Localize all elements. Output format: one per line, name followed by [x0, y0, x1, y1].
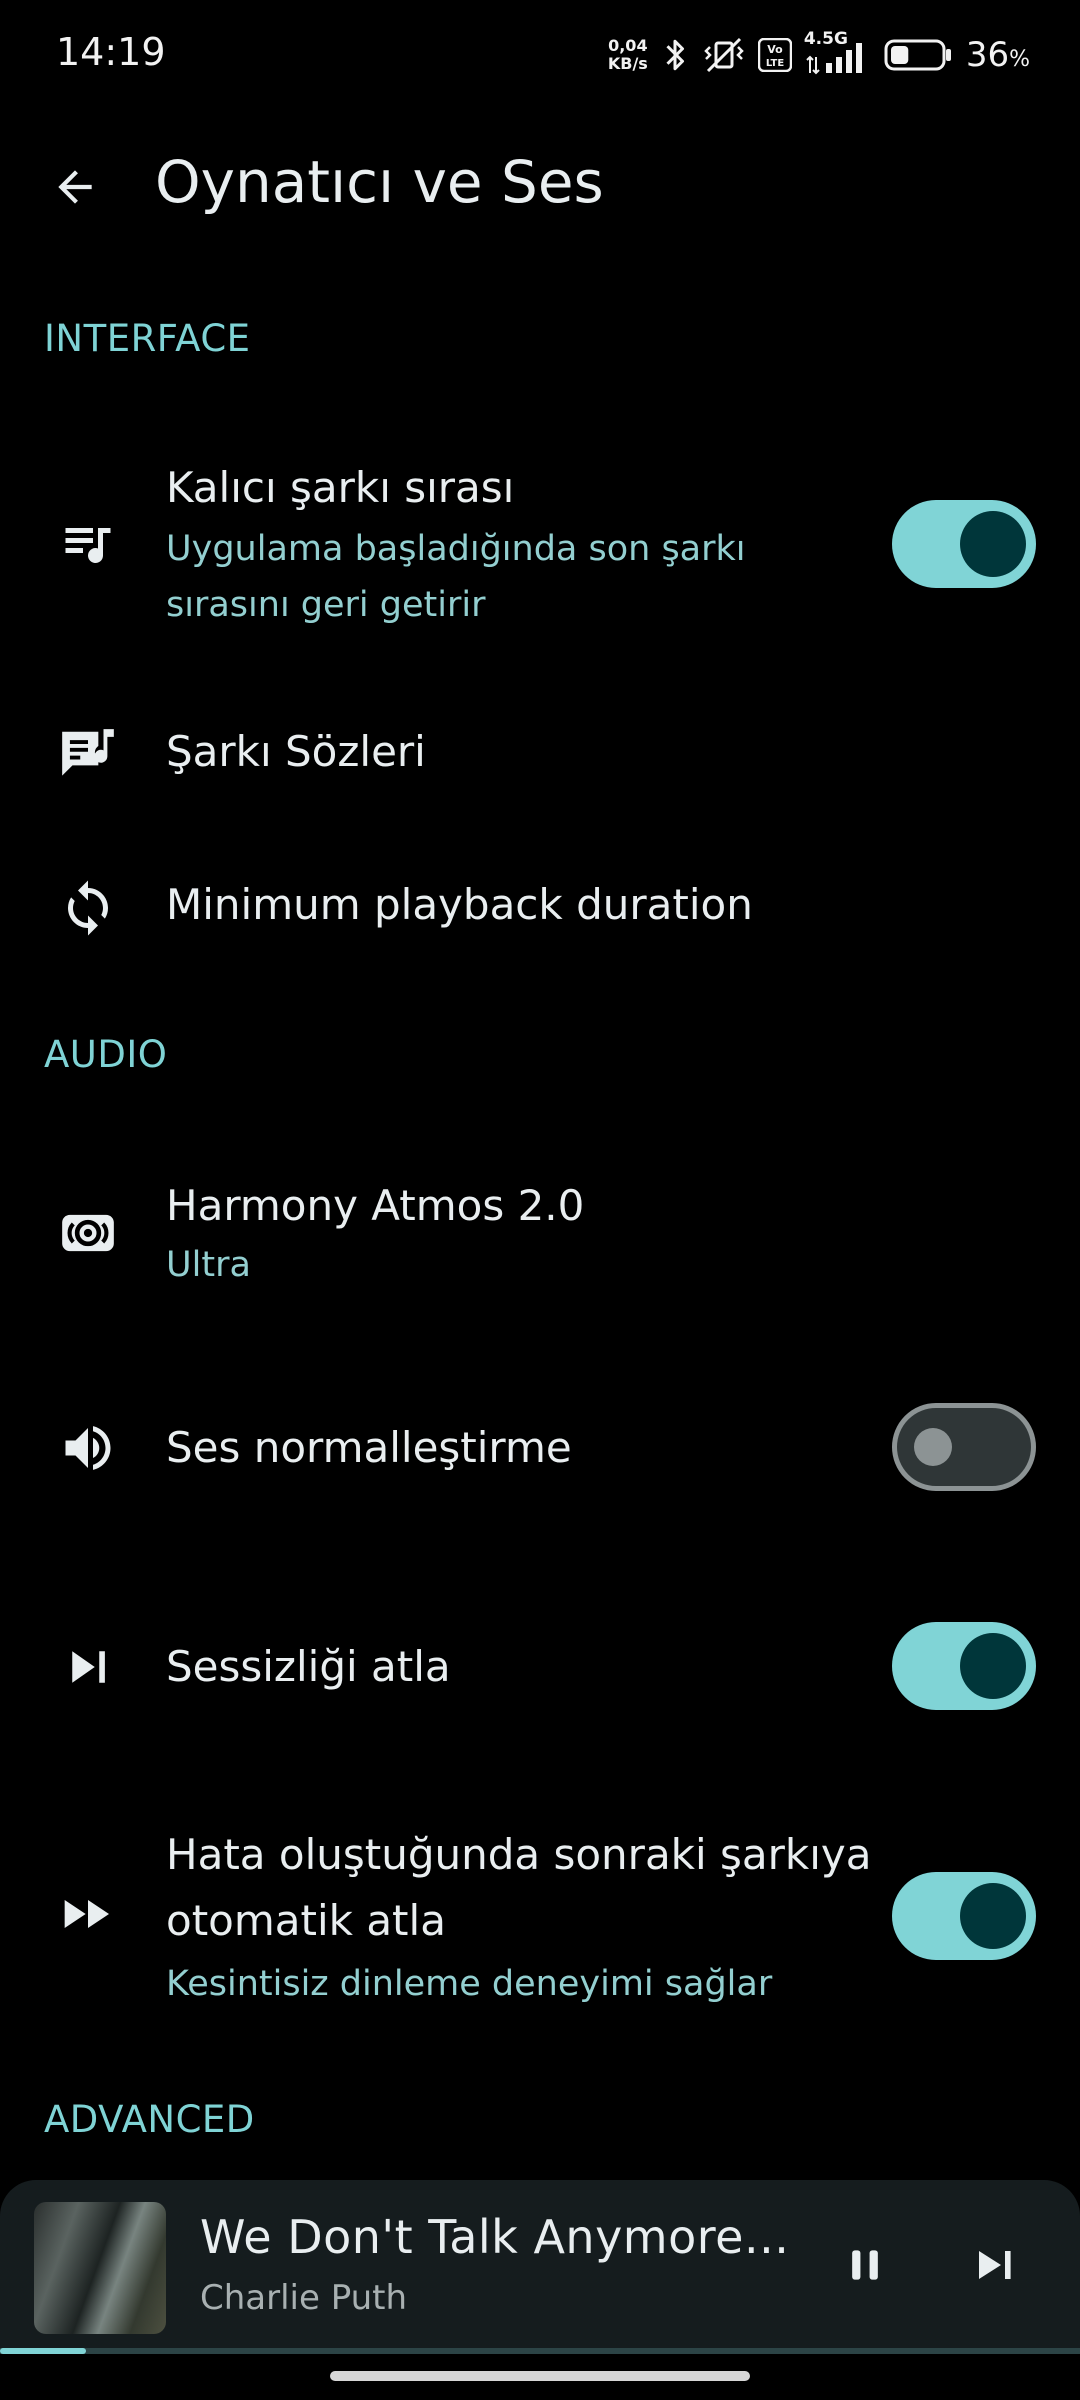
status-bar: 14:19 0,04 KB/s Vo LTE 4.5G 36% — [0, 0, 1080, 108]
setting-subtitle: Ultra — [166, 1245, 251, 1285]
volume-icon — [52, 1412, 124, 1484]
setting-title: Minimum playback duration — [166, 880, 753, 929]
queue-music-icon — [52, 507, 124, 579]
toggle-knob — [914, 1428, 952, 1466]
setting-title: Sessizliği atla — [166, 1642, 451, 1691]
setting-harmony-atmos[interactable]: Harmony Atmos 2.0 Ultra — [0, 1173, 1080, 1298]
arrow-left-icon — [58, 170, 92, 204]
setting-normalization[interactable]: Ses normalleştirme — [0, 1403, 1080, 1493]
persistent-queue-toggle[interactable] — [892, 500, 1036, 588]
pause-icon — [852, 2250, 878, 2280]
fast-forward-icon — [52, 1878, 124, 1950]
section-header-audio: AUDIO — [44, 1033, 168, 1076]
status-time: 14:19 — [56, 30, 166, 74]
status-icons: 0,04 KB/s Vo LTE 4.5G 36% — [608, 29, 1030, 80]
auto-skip-error-toggle[interactable] — [892, 1872, 1036, 1960]
setting-subtitle: sırasını geri getirir — [166, 585, 486, 625]
volte-icon: Vo LTE — [757, 38, 792, 72]
pause-button[interactable] — [830, 2230, 900, 2300]
setting-title: Ses normalleştirme — [166, 1423, 572, 1472]
network-speed-unit: KB/s — [607, 54, 648, 73]
back-button[interactable] — [40, 152, 110, 222]
battery-percent-value: 36 — [965, 35, 1010, 75]
sync-icon — [52, 872, 124, 944]
skip-next-icon — [52, 1631, 124, 1703]
setting-title: Kalıcı şarkı sırası — [166, 463, 515, 512]
toggle-knob — [960, 511, 1026, 577]
setting-subtitle: Uygulama başladığında son şarkı — [166, 529, 746, 569]
skip-next-icon — [979, 2251, 1011, 2279]
setting-auto-skip-error[interactable]: Hata oluştuğunda sonraki şarkıya otomati… — [0, 1822, 1080, 2012]
toggle-knob — [960, 1883, 1026, 1949]
setting-subtitle: Kesintisiz dinleme deneyimi sağlar — [166, 1964, 773, 2004]
svg-text:LTE: LTE — [766, 58, 785, 69]
section-header-interface: INTERFACE — [44, 317, 251, 360]
skip-silence-toggle[interactable] — [892, 1622, 1036, 1710]
next-button[interactable] — [960, 2230, 1030, 2300]
setting-title: Harmony Atmos 2.0 — [166, 1181, 585, 1230]
mini-player[interactable]: We Don't Talk Anymore... Charlie Puth — [0, 2180, 1080, 2354]
playback-progress-fill — [0, 2348, 87, 2354]
battery-percent: 36% — [966, 35, 1030, 75]
setting-persistent-queue[interactable]: Kalıcı şarkı sırası Uygulama başladığınd… — [0, 455, 1080, 635]
bluetooth-icon — [660, 35, 690, 75]
battery-percent-unit: % — [1009, 47, 1030, 72]
home-indicator[interactable] — [330, 2371, 750, 2381]
album-art[interactable] — [34, 2202, 166, 2334]
vibrate-icon — [702, 35, 746, 75]
network-speed-value: 0,04 — [608, 36, 648, 55]
battery-icon — [884, 38, 954, 72]
setting-skip-silence[interactable]: Sessizliği atla — [0, 1622, 1080, 1712]
normalization-toggle[interactable] — [892, 1403, 1036, 1491]
playback-progress[interactable] — [0, 2348, 1080, 2354]
setting-title: otomatik atla — [166, 1896, 446, 1945]
setting-title: Şarkı Sözleri — [166, 727, 426, 776]
section-header-advanced: ADVANCED — [44, 2098, 255, 2141]
lyrics-icon — [52, 719, 124, 791]
toggle-knob — [960, 1633, 1026, 1699]
setting-title: Hata oluştuğunda sonraki şarkıya — [166, 1830, 872, 1879]
track-title: We Don't Talk Anymore... — [200, 2210, 790, 2264]
network-speed: 0,04 KB/s — [608, 37, 648, 73]
track-artist: Charlie Puth — [200, 2278, 408, 2318]
surround-sound-icon — [52, 1197, 124, 1269]
svg-text:Vo: Vo — [767, 43, 783, 56]
app-bar: Oynatıcı ve Ses — [0, 130, 1080, 240]
signal-icon: 4.5G — [804, 29, 872, 75]
setting-lyrics[interactable]: Şarkı Sözleri — [0, 715, 1080, 795]
page-title: Oynatıcı ve Ses — [155, 148, 604, 216]
network-type: 4.5G — [803, 29, 848, 49]
setting-min-playback[interactable]: Minimum playback duration — [0, 868, 1080, 948]
